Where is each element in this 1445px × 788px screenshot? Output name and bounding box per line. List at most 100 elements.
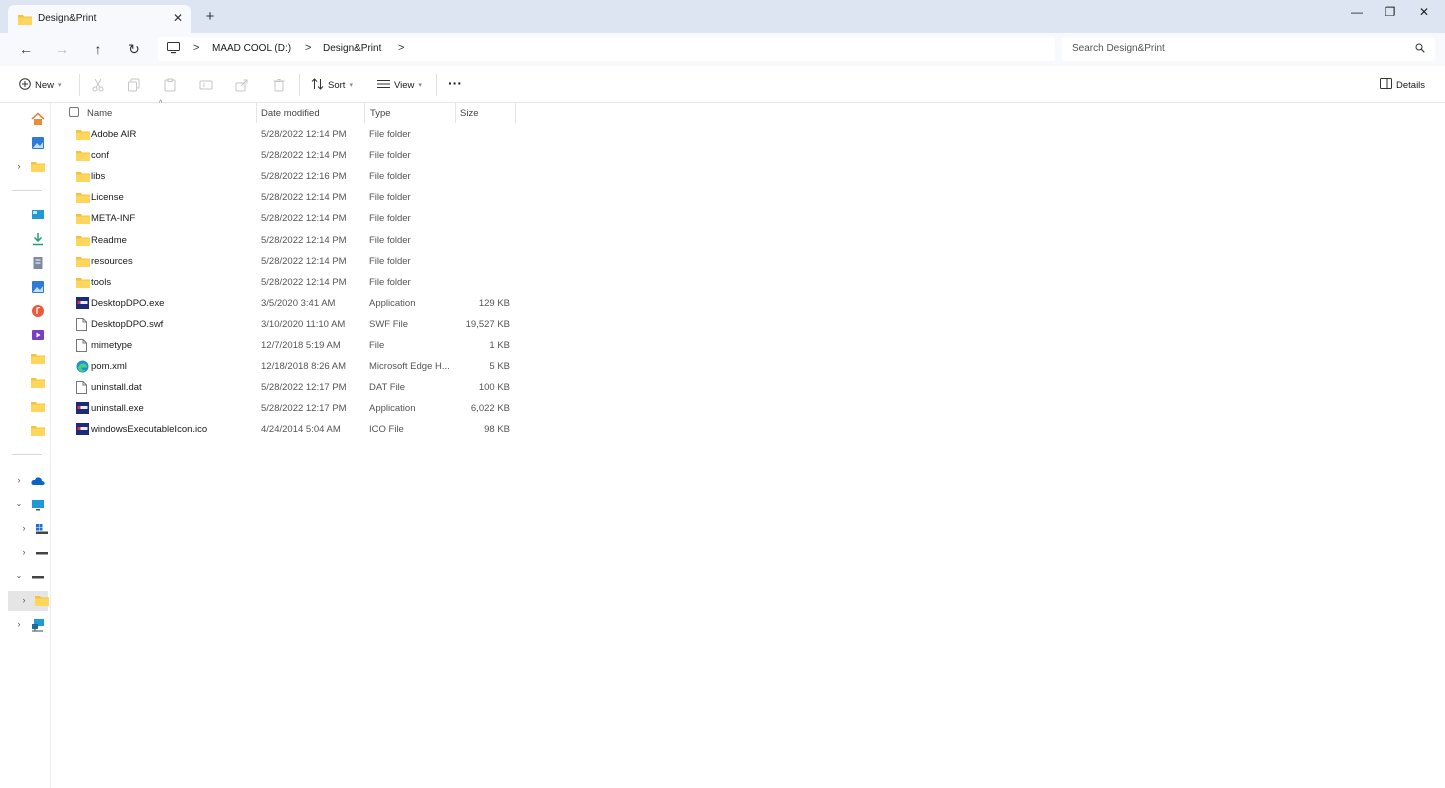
view-icon — [377, 78, 390, 93]
sidebar-item-folder[interactable]: › — [0, 157, 50, 177]
file-date-modified: 5/28/2022 12:14 PM — [261, 255, 347, 267]
address-row: ← → ↑ ↻ > MAAD COOL (D:) > Design&Print … — [0, 33, 1445, 66]
new-button[interactable]: New ▾ — [19, 77, 62, 93]
chevron-right-icon[interactable]: › — [20, 595, 28, 605]
chevron-right-icon[interactable]: › — [15, 619, 23, 629]
column-divider[interactable] — [515, 103, 516, 123]
details-button[interactable]: Details — [1380, 77, 1425, 93]
sidebar-item-pictures[interactable] — [0, 277, 50, 297]
forward-button[interactable]: → — [52, 40, 72, 58]
sidebar-item-desktop[interactable] — [0, 205, 50, 225]
navigation-pane: › › ⌄ › › ⌄ › › — [0, 103, 51, 788]
file-type: File folder — [369, 213, 411, 225]
chevron-right-icon[interactable]: › — [15, 475, 23, 485]
folder-icon — [31, 400, 45, 414]
select-all-checkbox[interactable] — [69, 107, 79, 117]
rename-icon[interactable] — [199, 78, 213, 92]
column-divider[interactable] — [455, 103, 456, 123]
file-date-modified: 12/18/2018 8:26 AM — [261, 361, 347, 373]
chevron-down-icon[interactable]: ⌄ — [15, 571, 23, 580]
videos-icon — [31, 328, 45, 342]
sidebar-item-folder[interactable] — [0, 349, 50, 369]
column-header-type[interactable]: Type — [370, 108, 391, 119]
tab-close-button[interactable]: ✕ — [171, 11, 185, 25]
close-window-button[interactable]: ✕ — [1409, 5, 1439, 21]
file-row[interactable]: pom.xml 12/18/2018 8:26 AM Microsoft Edge … — [71, 356, 521, 377]
paste-icon[interactable] — [163, 78, 177, 92]
file-icon — [76, 339, 89, 352]
sidebar-item-downloads[interactable] — [0, 229, 50, 249]
refresh-button[interactable]: ↻ — [124, 40, 144, 58]
column-header-row: ^ Name Date modified Type Size — [51, 100, 521, 123]
file-size: 6,022 KB — [470, 403, 510, 415]
file-row[interactable]: resources 5/28/2022 12:14 PM File folder — [71, 251, 521, 272]
column-header-size[interactable]: Size — [460, 108, 478, 119]
sort-button[interactable]: Sort ▾ — [311, 77, 353, 93]
sidebar-item-folder[interactable] — [0, 421, 50, 441]
column-header-name[interactable]: Name — [87, 108, 112, 119]
column-divider[interactable] — [364, 103, 365, 123]
tab-design-print[interactable]: Design&Print ✕ — [8, 5, 191, 33]
file-row[interactable]: Adobe AIR 5/28/2022 12:14 PM File folder — [71, 124, 521, 145]
chevron-right-icon[interactable]: › — [20, 523, 28, 533]
delete-icon[interactable] — [272, 78, 286, 92]
minimize-button[interactable]: — — [1342, 5, 1372, 21]
file-type: File folder — [369, 255, 411, 267]
file-row[interactable]: conf 5/28/2022 12:14 PM File folder — [71, 145, 521, 166]
folder-icon — [31, 424, 45, 438]
sidebar-item-documents[interactable] — [0, 253, 50, 273]
file-row[interactable]: libs 5/28/2022 12:16 PM File folder — [71, 166, 521, 187]
chevron-right-icon[interactable]: › — [20, 547, 28, 557]
cloud-icon — [31, 474, 45, 488]
chevron-down-icon[interactable]: ⌄ — [15, 499, 23, 508]
search-input[interactable]: Search Design&Print — [1062, 37, 1435, 61]
column-divider[interactable] — [256, 103, 257, 123]
view-button[interactable]: View ▾ — [377, 77, 422, 93]
file-row[interactable]: DesktopDPO.exe 3/5/2020 3:41 AM Applicatio… — [71, 293, 521, 314]
view-label: View — [394, 79, 415, 91]
file-row[interactable]: META-INF 5/28/2022 12:14 PM File folder — [71, 208, 521, 229]
edge-icon — [76, 360, 89, 373]
sidebar-item-folder[interactable] — [0, 397, 50, 417]
sidebar-item-gallery[interactable] — [0, 133, 50, 153]
address-bar[interactable]: > MAAD COOL (D:) > Design&Print > — [158, 37, 1055, 61]
column-header-date[interactable]: Date modified — [261, 108, 320, 119]
file-row[interactable]: mimetype 12/7/2018 5:19 AM File 1 KB — [71, 335, 521, 356]
new-tab-button[interactable]: + — [203, 9, 217, 24]
cut-icon[interactable] — [91, 78, 105, 92]
file-type: Microsoft Edge H... — [369, 361, 450, 373]
breadcrumb-drive[interactable]: MAAD COOL (D:) — [212, 43, 291, 54]
sidebar-item-network[interactable]: › — [0, 615, 50, 635]
sidebar-item-music[interactable] — [0, 301, 50, 321]
up-button[interactable]: ↑ — [88, 40, 108, 58]
sidebar-item-folder[interactable] — [0, 373, 50, 393]
file-row[interactable]: uninstall.exe 5/28/2022 12:17 PM Applicati… — [71, 398, 521, 419]
maximize-button[interactable]: ❐ — [1375, 5, 1405, 21]
sidebar-item-home[interactable] — [0, 109, 50, 129]
more-options-button[interactable]: ··· — [448, 75, 462, 91]
share-icon[interactable] — [235, 78, 249, 92]
sidebar-item-this-pc[interactable]: ⌄ — [0, 495, 50, 515]
breadcrumb-separator: > — [193, 42, 200, 54]
file-type: DAT File — [369, 382, 406, 394]
sidebar-item-drive[interactable]: › — [0, 543, 50, 563]
sort-ascending-icon: ^ — [159, 100, 163, 107]
breadcrumb-folder[interactable]: Design&Print — [323, 43, 381, 54]
file-row[interactable]: tools 5/28/2022 12:14 PM File folder — [71, 272, 521, 293]
sidebar-item-onedrive[interactable]: › — [0, 471, 50, 491]
file-size: 1 KB — [489, 340, 510, 351]
sidebar-item-design-print[interactable]: › — [8, 591, 49, 611]
back-button[interactable]: ← — [16, 40, 36, 58]
chevron-right-icon[interactable]: › — [15, 161, 23, 171]
folder-icon — [76, 170, 90, 183]
sidebar-item-drive-c[interactable]: › — [0, 519, 50, 539]
file-row[interactable]: Readme 5/28/2022 12:14 PM File folder — [71, 230, 521, 251]
file-row[interactable]: License 5/28/2022 12:14 PM File folder — [71, 187, 521, 208]
file-date-modified: 5/28/2022 12:16 PM — [261, 171, 347, 183]
file-row[interactable]: windowsExecutableIcon.ico 4/24/2014 5:04 … — [71, 419, 521, 440]
file-row[interactable]: uninstall.dat 5/28/2022 12:17 PM DAT File 1… — [71, 377, 521, 398]
copy-icon[interactable] — [127, 78, 141, 92]
file-row[interactable]: DesktopDPO.swf 3/10/2020 11:10 AM SWF File… — [71, 314, 521, 335]
sidebar-item-videos[interactable] — [0, 325, 50, 345]
sidebar-item-drive-d[interactable]: ⌄ — [0, 567, 50, 587]
